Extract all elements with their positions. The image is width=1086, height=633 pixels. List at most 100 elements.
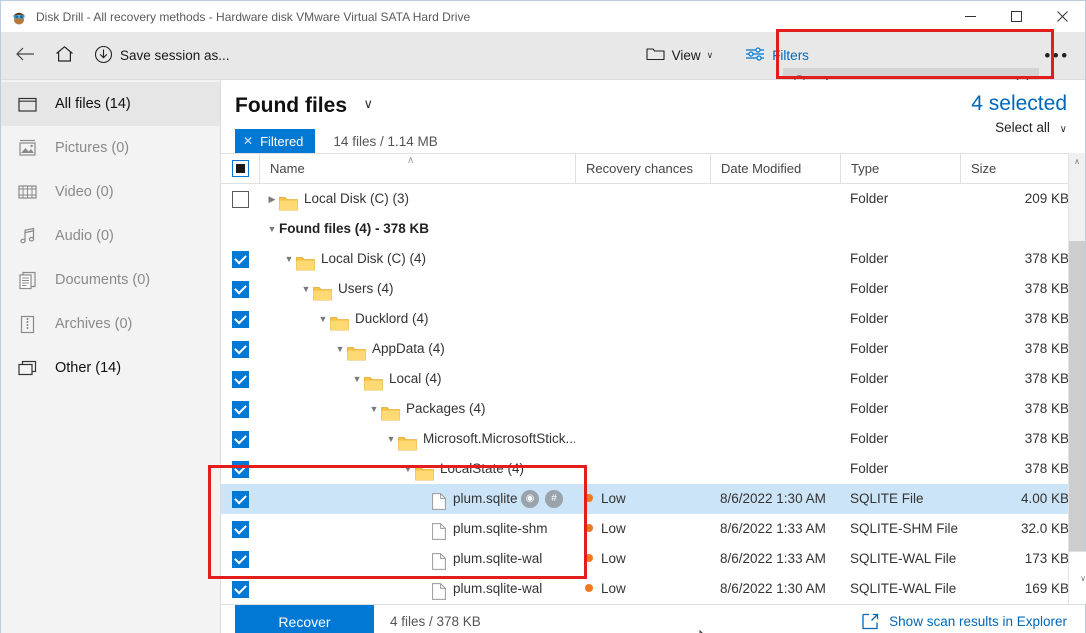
folder-icon bbox=[364, 372, 383, 390]
expand-triangle-open-icon[interactable]: ▼ bbox=[316, 304, 330, 334]
save-session-button[interactable]: Save session as... bbox=[84, 32, 240, 80]
checkbox-checked[interactable] bbox=[231, 580, 249, 598]
expand-triangle-open-icon[interactable]: ▼ bbox=[367, 394, 381, 424]
expand-triangle-open-icon[interactable]: ▼ bbox=[265, 214, 279, 244]
table-row[interactable]: ▶ Local Disk (C) (3) Folder 209 KB bbox=[221, 184, 1085, 214]
table-row[interactable]: ▼ Ducklord (4) Folder 378 KB bbox=[221, 304, 1085, 334]
row-checkbox-cell[interactable] bbox=[221, 304, 259, 334]
sidebar-label-pictures: Pictures (0) bbox=[55, 140, 130, 156]
file-icon bbox=[432, 551, 446, 570]
table-row[interactable]: plum.sqlite-shm Low 8/6/2022 1:33 AM SQLITE… bbox=[221, 514, 1085, 544]
minimize-button[interactable] bbox=[947, 1, 993, 32]
recovery-chance-label: Low bbox=[601, 521, 626, 536]
expand-triangle-open-icon[interactable]: ▼ bbox=[350, 364, 364, 394]
checkbox-checked[interactable] bbox=[231, 460, 249, 478]
row-label: Found files (4) - 378 KB bbox=[279, 221, 430, 236]
maximize-button[interactable] bbox=[993, 1, 1039, 32]
checkbox-indeterminate[interactable] bbox=[231, 160, 249, 177]
documents-icon bbox=[17, 269, 39, 291]
expand-triangle-open-icon[interactable]: ▼ bbox=[401, 454, 415, 484]
eye-icon[interactable]: ◉ bbox=[521, 490, 539, 508]
column-header-date[interactable]: Date Modified bbox=[710, 153, 840, 184]
row-name-cell: plum.sqlite-shm bbox=[259, 514, 575, 544]
back-arrow-icon bbox=[15, 46, 35, 65]
checkbox-checked[interactable] bbox=[231, 250, 249, 268]
scroll-up-button[interactable]: ∧ bbox=[1069, 153, 1085, 170]
expand-triangle-open-icon[interactable]: ▼ bbox=[282, 244, 296, 274]
column-header-type[interactable]: Type bbox=[840, 153, 960, 184]
column-header-recovery[interactable]: Recovery chances bbox=[575, 153, 710, 184]
sidebar-item-documents[interactable]: Documents (0) bbox=[1, 258, 220, 302]
view-button[interactable]: View ∨ bbox=[636, 32, 724, 80]
recover-button[interactable]: Recover bbox=[235, 605, 374, 633]
row-size-cell: 209 KB bbox=[1024, 191, 1069, 206]
checkbox-checked[interactable] bbox=[231, 400, 249, 418]
checkbox-checked[interactable] bbox=[231, 520, 249, 538]
checkbox-checked[interactable] bbox=[231, 490, 249, 508]
table-row[interactable]: ▼ LocalState (4) Folder 378 KB bbox=[221, 454, 1085, 484]
close-icon[interactable]: ✕ bbox=[243, 134, 253, 148]
chevron-down-icon[interactable]: ∨ bbox=[363, 96, 373, 112]
hash-icon[interactable]: # bbox=[545, 490, 563, 508]
back-button[interactable] bbox=[1, 32, 45, 80]
column-header-size[interactable]: Size bbox=[960, 153, 1085, 184]
row-checkbox-cell[interactable] bbox=[221, 574, 259, 604]
filtered-badge[interactable]: ✕ Filtered bbox=[235, 129, 316, 153]
close-button[interactable] bbox=[1039, 1, 1085, 32]
checkbox-checked[interactable] bbox=[231, 430, 249, 448]
sidebar-item-audio[interactable]: Audio (0) bbox=[1, 214, 220, 258]
row-name-cell: plum.sqlite-wal bbox=[259, 544, 575, 574]
sidebar-item-other[interactable]: Other (14) bbox=[1, 346, 220, 390]
folder-icon bbox=[381, 402, 400, 420]
column-header-name[interactable]: Name ∧ bbox=[259, 153, 575, 184]
select-all-button[interactable]: Select all ∨ bbox=[971, 120, 1067, 135]
row-checkbox-cell bbox=[221, 214, 259, 244]
home-button[interactable] bbox=[45, 32, 84, 80]
sidebar-item-video[interactable]: Video (0) bbox=[1, 170, 220, 214]
table-row[interactable]: ▼ Local (4) Folder 378 KB bbox=[221, 364, 1085, 394]
sidebar-label-archives: Archives (0) bbox=[55, 316, 133, 332]
table-row[interactable]: ▼ Users (4) Folder 378 KB bbox=[221, 274, 1085, 304]
row-checkbox-cell[interactable] bbox=[221, 544, 259, 574]
select-all-checkbox[interactable] bbox=[221, 153, 259, 184]
sidebar-item-archives[interactable]: Archives (0) bbox=[1, 302, 220, 346]
row-checkbox-cell[interactable] bbox=[221, 334, 259, 364]
row-checkbox-cell[interactable] bbox=[221, 244, 259, 274]
table-row[interactable]: ▼ Packages (4) Folder 378 KB bbox=[221, 394, 1085, 424]
table-row[interactable]: plum.sqlite ◉ # Low 8/6/2022 1:30 AM SQLITE F… bbox=[221, 484, 1085, 514]
more-options-button[interactable]: ••• bbox=[1039, 45, 1075, 67]
expand-triangle-open-icon[interactable]: ▼ bbox=[384, 424, 398, 454]
table-row[interactable]: plum.sqlite-wal Low 8/6/2022 1:30 AM SQLITE… bbox=[221, 574, 1085, 604]
show-in-explorer-link[interactable]: Show scan results in Explorer bbox=[862, 613, 1067, 630]
row-checkbox-cell[interactable] bbox=[221, 454, 259, 484]
row-checkbox-cell[interactable] bbox=[221, 484, 259, 514]
table-row[interactable]: ▼ Found files (4) - 378 KB bbox=[221, 214, 1085, 244]
table-row[interactable]: ▼ Microsoft.MicrosoftStick... Folder 378 KB bbox=[221, 424, 1085, 454]
row-checkbox-cell[interactable] bbox=[221, 514, 259, 544]
checkbox-checked[interactable] bbox=[231, 370, 249, 388]
row-checkbox-cell[interactable] bbox=[221, 274, 259, 304]
checkbox-unchecked[interactable] bbox=[231, 190, 249, 208]
row-checkbox-cell[interactable] bbox=[221, 184, 259, 214]
checkbox-checked[interactable] bbox=[231, 280, 249, 298]
checkbox-checked[interactable] bbox=[231, 310, 249, 328]
sidebar-item-pictures[interactable]: Pictures (0) bbox=[1, 126, 220, 170]
expand-triangle-open-icon[interactable]: ▼ bbox=[299, 274, 313, 304]
disk-drill-icon bbox=[11, 9, 27, 25]
row-checkbox-cell[interactable] bbox=[221, 394, 259, 424]
row-checkbox-cell[interactable] bbox=[221, 424, 259, 454]
scrollbar-thumb[interactable] bbox=[1069, 241, 1085, 551]
table-row[interactable]: ▼ AppData (4) Folder 378 KB bbox=[221, 334, 1085, 364]
row-checkbox-cell[interactable] bbox=[221, 364, 259, 394]
checkbox-checked[interactable] bbox=[231, 550, 249, 568]
sidebar-item-all-files[interactable]: All files (14) bbox=[1, 82, 220, 126]
row-name-cell: ▼ Packages (4) bbox=[259, 394, 575, 424]
checkbox-checked[interactable] bbox=[231, 340, 249, 358]
table-row[interactable]: ▼ Local Disk (C) (4) Folder 378 KB bbox=[221, 244, 1085, 274]
scroll-down-button[interactable]: ∨ bbox=[1069, 551, 1086, 604]
row-date-cell bbox=[710, 184, 840, 214]
table-row[interactable]: plum.sqlite-wal Low 8/6/2022 1:33 AM SQLITE… bbox=[221, 544, 1085, 574]
expand-triangle-closed-icon[interactable]: ▶ bbox=[265, 184, 279, 214]
expand-triangle-open-icon[interactable]: ▼ bbox=[333, 334, 347, 364]
vertical-scrollbar[interactable]: ∧ ∨ bbox=[1068, 153, 1086, 604]
